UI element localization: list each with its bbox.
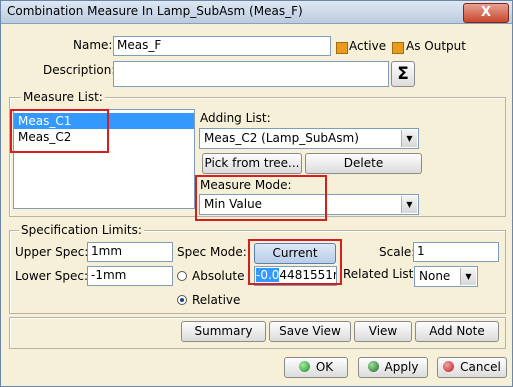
upper-spec-input[interactable]: 1mm (87, 242, 173, 262)
cancel-icon (443, 361, 455, 372)
save-view-button[interactable]: Save View (269, 321, 351, 342)
name-input[interactable]: Meas_F (113, 36, 331, 56)
active-label: Active (349, 39, 387, 53)
scale-input[interactable]: 1 (413, 242, 499, 262)
measure-list-label: Measure List: (21, 90, 105, 104)
lower-spec-label: Lower Spec: (15, 269, 89, 283)
absolute-label: Absolute (192, 269, 245, 283)
related-list-combo[interactable]: None ▼ (414, 266, 478, 287)
summary-button[interactable]: Summary (181, 321, 266, 342)
ok-button[interactable]: OK (284, 357, 348, 378)
cancel-button[interactable]: Cancel (437, 357, 507, 378)
view-button[interactable]: View (354, 321, 412, 342)
related-list-value: None (419, 269, 451, 283)
pick-from-tree-button[interactable]: Pick from tree... (202, 153, 302, 174)
highlight-box-measure-list (10, 109, 109, 153)
description-input[interactable] (113, 61, 389, 87)
ok-label: OK (315, 360, 334, 374)
spec-limits-label: Specification Limits: (19, 223, 144, 237)
spec-mode-label: Spec Mode: (177, 245, 247, 259)
lower-spec-input[interactable]: -1mm (87, 266, 173, 286)
upper-spec-label: Upper Spec: (15, 245, 89, 259)
add-note-button[interactable]: Add Note (415, 321, 499, 342)
apply-icon (367, 361, 379, 372)
highlight-box-measure-mode (195, 175, 327, 221)
adding-list-combo[interactable]: Meas_C2 (Lamp_SubAsm) ▼ (199, 128, 419, 149)
related-list-label: Related List: (343, 267, 418, 281)
as-output-label: As Output (406, 39, 466, 53)
relative-label: Relative (192, 293, 241, 307)
relative-radio[interactable] (177, 295, 187, 305)
scale-label: Scale: (379, 245, 416, 259)
ok-icon (298, 361, 310, 372)
delete-button[interactable]: Delete (305, 153, 422, 174)
active-checkbox[interactable] (336, 42, 348, 54)
apply-button[interactable]: Apply (358, 357, 428, 378)
window-title: Combination Measure In Lamp_SubAsm (Meas… (7, 4, 303, 18)
highlight-box-spec-mode (248, 239, 342, 285)
title-bar[interactable]: Combination Measure In Lamp_SubAsm (Meas… (1, 1, 512, 24)
as-output-checkbox[interactable] (392, 42, 404, 54)
absolute-radio[interactable] (177, 271, 187, 281)
adding-list-value: Meas_C2 (Lamp_SubAsm) (204, 131, 359, 145)
chevron-down-icon[interactable]: ▼ (460, 268, 476, 285)
close-button[interactable]: X (463, 3, 509, 23)
chevron-down-icon[interactable]: ▼ (401, 130, 417, 147)
cancel-label: Cancel (460, 360, 501, 374)
description-label: Description: (43, 63, 116, 77)
adding-list-label: Adding List: (200, 111, 271, 125)
name-label: Name: (73, 38, 113, 52)
dialog-window: Combination Measure In Lamp_SubAsm (Meas… (0, 0, 513, 387)
chevron-down-icon[interactable]: ▼ (401, 196, 417, 213)
apply-label: Apply (384, 360, 419, 374)
sum-icon[interactable]: Σ (391, 61, 415, 87)
